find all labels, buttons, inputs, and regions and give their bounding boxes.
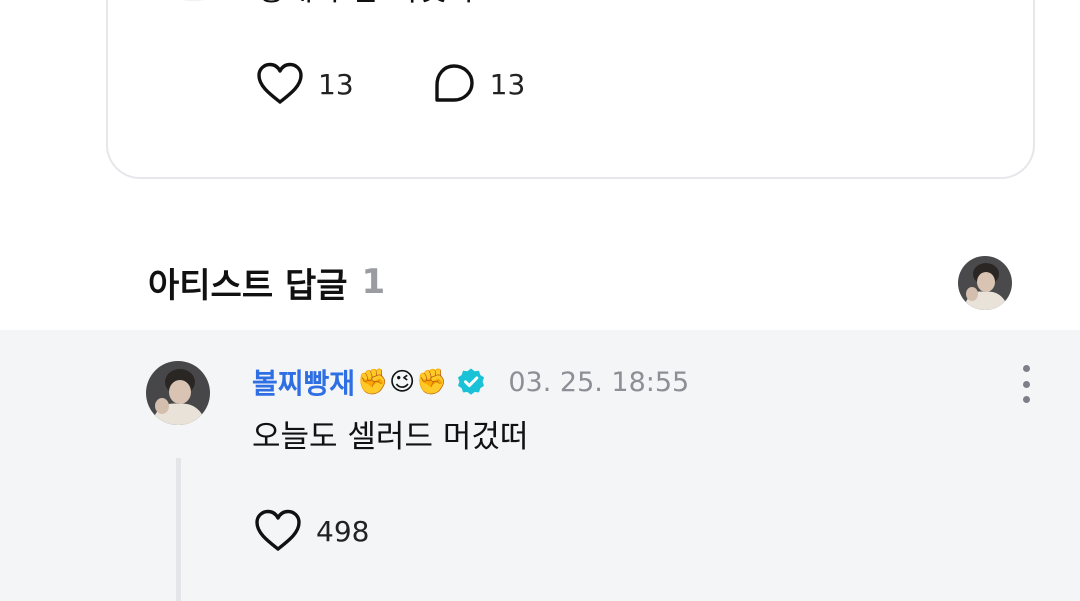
reply-author-avatar[interactable] (146, 361, 210, 425)
post-text: 영재야 밥 묵엇나. (256, 0, 485, 10)
reply-like-button[interactable]: 498 (254, 509, 369, 553)
post-comment-button[interactable]: 13 (432, 62, 526, 106)
reply-text: 오늘도 셀러드 머겄떠 (252, 419, 529, 455)
post-comment-count: 13 (489, 67, 526, 101)
reply-like-count: 498 (316, 514, 370, 548)
post-like-button[interactable]: 13 (256, 62, 354, 106)
heart-outline-icon (256, 62, 304, 106)
speech-bubble-icon (432, 62, 476, 106)
post-actions: 13 13 (256, 59, 525, 109)
thread-line (176, 458, 181, 601)
reply-timestamp: 03. 25. 18:55 (508, 366, 690, 398)
artist-replies-title: 아티스트 답글 (148, 265, 348, 306)
heart-outline-icon (254, 509, 302, 553)
artist-reply-panel: 볼찌빵재 ✊😉✊ 03. 25. 18:55 오늘도 셀러드 머겄떠 498 (0, 330, 1080, 601)
artist-replies-header: 아티스트 답글 1 (148, 258, 385, 306)
verified-badge-icon (456, 367, 486, 397)
post-card: 영재야 밥 묵엇나. 13 13 (106, 0, 1035, 179)
reply-author-name[interactable]: 볼찌빵재 (252, 362, 355, 402)
artist-replies-count: 1 (361, 262, 386, 302)
reply-meta: 볼찌빵재 ✊😉✊ 03. 25. 18:55 (252, 360, 689, 404)
post-like-count: 13 (318, 67, 354, 101)
artist-avatar[interactable] (958, 256, 1012, 310)
more-vertical-icon (1022, 365, 1030, 403)
more-options-button[interactable] (1012, 365, 1040, 403)
reply-actions: 498 (254, 506, 369, 556)
reply-author-emoji: ✊😉✊ (357, 367, 449, 396)
